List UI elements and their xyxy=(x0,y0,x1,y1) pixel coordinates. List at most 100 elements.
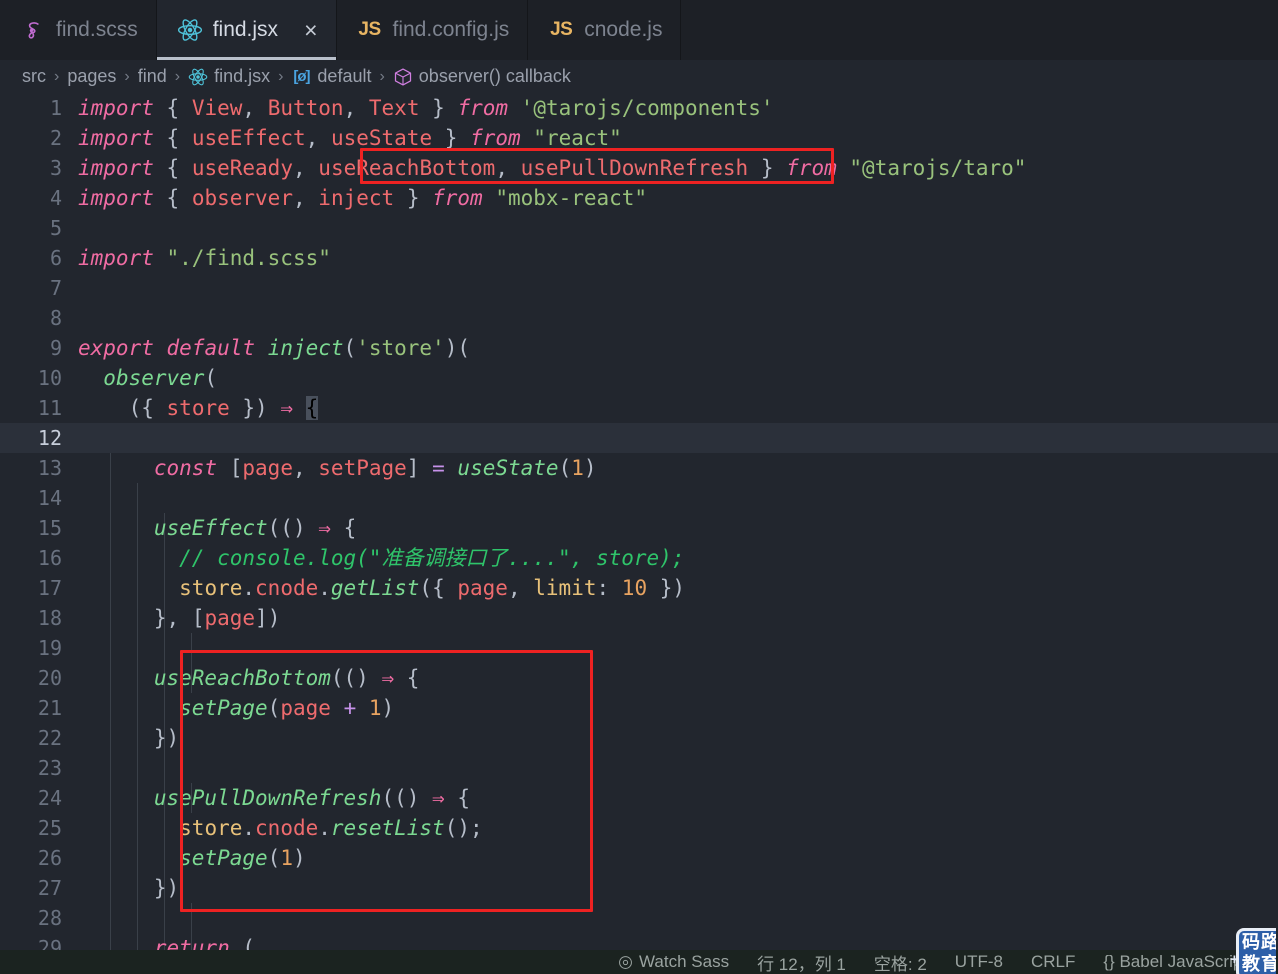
code-line[interactable]: 4 import { observer, inject } from "mobx-… xyxy=(0,183,1278,213)
code-editor[interactable]: 1 import { View, Button, Text } from '@ta… xyxy=(0,93,1278,974)
breadcrumb-item-find-jsx[interactable]: find.jsx xyxy=(188,66,270,87)
code-token: useState xyxy=(330,126,433,150)
code-line[interactable]: 19 xyxy=(0,633,1278,663)
code-text: import { useReady, useReachBottom, usePu… xyxy=(78,153,1278,183)
code-line[interactable]: 17 store.cnode.getList({ page, limit: 10… xyxy=(0,573,1278,603)
code-line[interactable]: 28 xyxy=(0,903,1278,933)
code-token: from xyxy=(470,126,521,150)
line-number: 17 xyxy=(37,576,62,600)
code-line[interactable]: 8 xyxy=(0,303,1278,333)
line-number: 27 xyxy=(37,876,62,900)
status-label: 行 12，列 1 xyxy=(757,954,846,974)
line-number: 21 xyxy=(37,696,62,720)
code-line[interactable]: 7 xyxy=(0,273,1278,303)
code-token: . xyxy=(318,816,331,840)
code-line[interactable]: 10 observer( xyxy=(0,363,1278,393)
code-line[interactable]: 16 // console.log("准备调接口了....", store); xyxy=(0,543,1278,573)
status-label: UTF-8 xyxy=(954,952,1003,971)
code-token: (() xyxy=(267,516,306,540)
code-token: ⇒ xyxy=(432,786,445,810)
editor-tab-bar: find.scss find.jsx × JS find.config.js JS cnod… xyxy=(0,0,1278,60)
code-line[interactable]: 26 setPage(1) xyxy=(0,843,1278,873)
tab-find-config-js[interactable]: JS find.config.js xyxy=(337,0,529,60)
code-token: default xyxy=(166,336,256,360)
code-line[interactable]: 15 useEffect(() ⇒ { xyxy=(0,513,1278,543)
status-cursor-position[interactable]: 行 12，列 1 xyxy=(757,950,846,974)
code-line[interactable]: 20 useReachBottom(() ⇒ { xyxy=(0,663,1278,693)
code-token: { xyxy=(166,96,180,120)
code-line[interactable]: 3 import { useReady, useReachBottom, useP… xyxy=(0,153,1278,183)
code-token: ⇒ xyxy=(280,396,294,420)
tab-find-jsx[interactable]: find.jsx × xyxy=(156,0,337,60)
code-token: import xyxy=(78,156,154,180)
code-token: (() xyxy=(381,786,420,810)
code-line[interactable]: 24 usePullDownRefresh(() ⇒ { xyxy=(0,783,1278,813)
code-line[interactable]: 9 export default inject('store')( xyxy=(0,333,1278,363)
code-line[interactable]: 11 ({ store }) ⇒ { xyxy=(0,393,1278,423)
code-line[interactable]: 5 xyxy=(0,213,1278,243)
status-indentation[interactable]: 空格: 2 xyxy=(874,950,927,974)
code-line[interactable]: 25 store.cnode.resetList(); xyxy=(0,813,1278,843)
code-token: { xyxy=(305,396,319,420)
breadcrumb-separator: › xyxy=(124,67,130,85)
code-line[interactable]: 27 }) xyxy=(0,873,1278,903)
code-token: , xyxy=(495,156,508,180)
code-text: import { View, Button, Text } from '@tar… xyxy=(78,93,1278,123)
code-token: store xyxy=(179,576,243,600)
breadcrumb-item-find[interactable]: find xyxy=(138,66,167,87)
status-language-mode[interactable]: {} Babel JavaScript xyxy=(1103,952,1247,972)
code-line[interactable]: 1 import { View, Button, Text } from '@ta… xyxy=(0,93,1278,123)
code-token: '@tarojs/components' xyxy=(520,96,774,120)
code-text: export default inject('store')( xyxy=(78,333,1278,363)
code-line[interactable]: 13 const [page, setPage] = useState(1) xyxy=(0,453,1278,483)
code-token: { xyxy=(166,186,180,210)
code-line[interactable]: 14 xyxy=(0,483,1278,513)
code-token: , xyxy=(343,96,357,120)
status-encoding[interactable]: UTF-8 xyxy=(955,952,1003,972)
code-token: , xyxy=(292,156,306,180)
breadcrumb-item-pages[interactable]: pages xyxy=(67,66,116,87)
breadcrumb-item-observer-callback[interactable]: observer() callback xyxy=(393,66,571,87)
code-token: inject xyxy=(318,186,395,210)
breadcrumb-item-src[interactable]: src xyxy=(22,66,46,87)
code-line[interactable]: 12 xyxy=(0,423,1278,453)
code-text: store.cnode.getList({ page, limit: 10 }) xyxy=(78,573,1278,603)
code-token: View xyxy=(191,96,243,120)
code-token: cnode xyxy=(255,816,319,840)
code-line[interactable]: 23 xyxy=(0,753,1278,783)
breadcrumb-item-default[interactable]: [ø] default xyxy=(291,66,371,87)
code-text: }) xyxy=(78,873,1278,903)
tab-find-scss[interactable]: find.scss xyxy=(0,0,157,60)
code-line[interactable]: 18 }, [page]) xyxy=(0,603,1278,633)
breadcrumb-label: observer() callback xyxy=(418,66,571,86)
code-token: usePullDownRefresh xyxy=(520,156,749,180)
code-text: setPage(1) xyxy=(78,843,1278,873)
close-icon[interactable]: × xyxy=(304,18,317,42)
code-token: inject xyxy=(267,336,344,360)
code-token: ) xyxy=(292,846,306,870)
breadcrumb-separator: › xyxy=(54,67,60,85)
code-line[interactable]: 2 import { useEffect, useState } from "re… xyxy=(0,123,1278,153)
status-watch-sass[interactable]: Watch Sass xyxy=(618,952,729,972)
code-line[interactable]: 22 }) xyxy=(0,723,1278,753)
code-line[interactable]: 6 import "./find.scss" xyxy=(0,243,1278,273)
status-eol[interactable]: CRLF xyxy=(1031,952,1075,972)
code-line[interactable]: 21 setPage(page + 1) xyxy=(0,693,1278,723)
tab-cnode-js[interactable]: JS cnode.js xyxy=(528,0,682,60)
